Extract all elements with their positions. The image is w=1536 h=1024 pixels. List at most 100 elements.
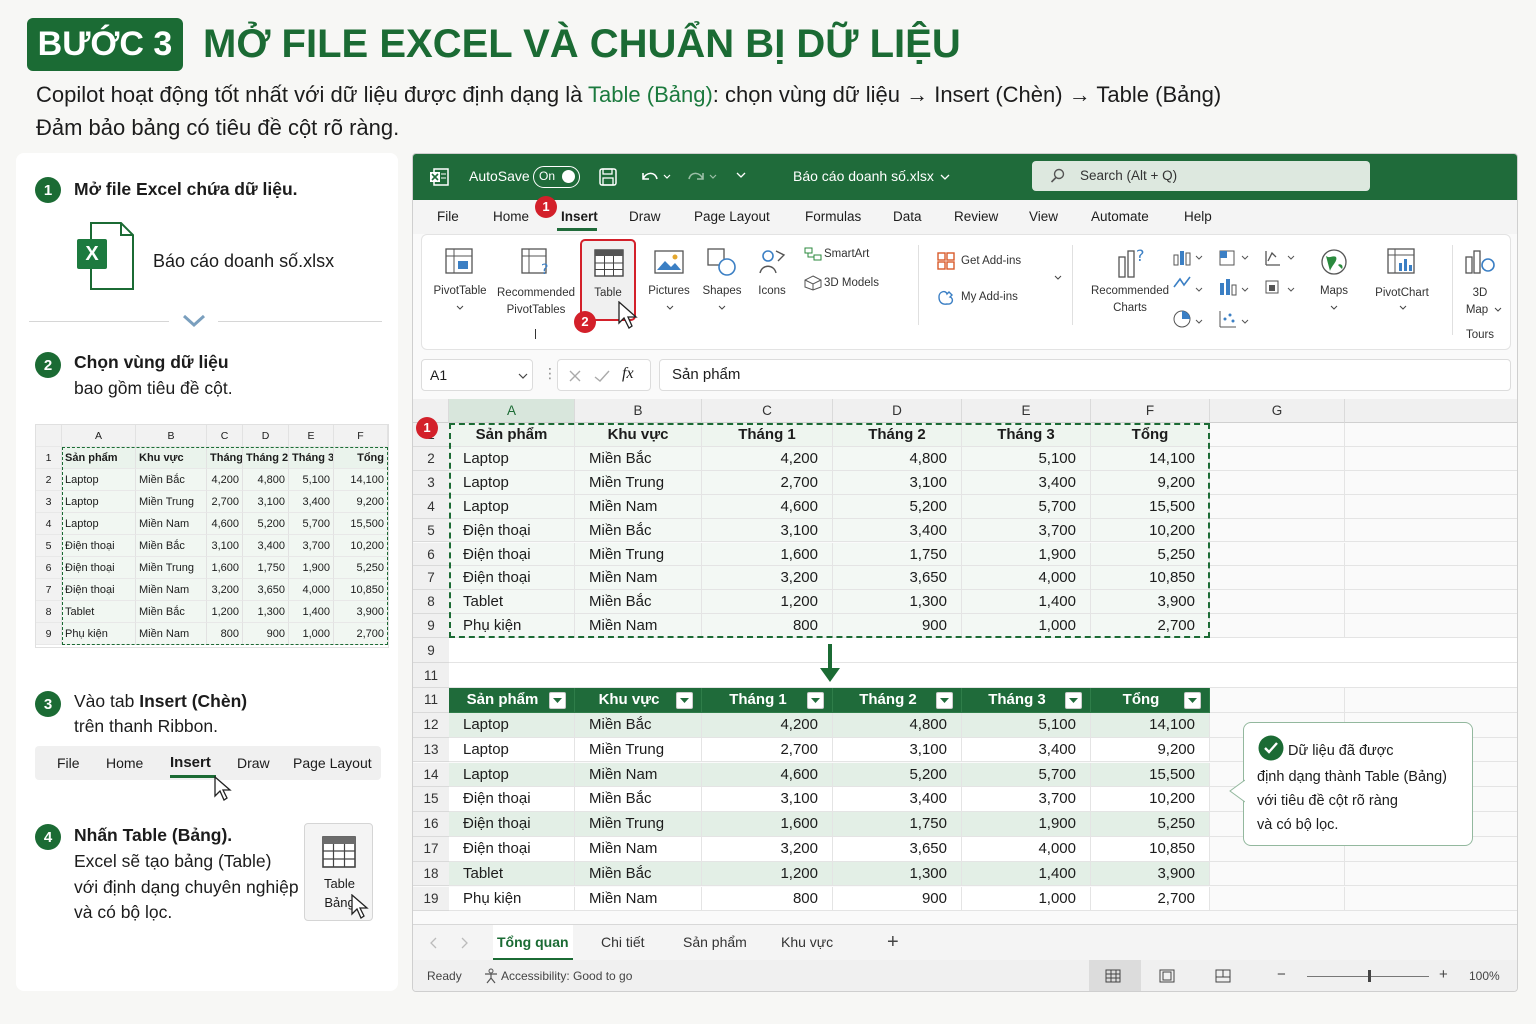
data-cell[interactable]: 3,100 [702, 518, 833, 543]
table-data-cell[interactable]: Miền Nam [575, 886, 702, 912]
zoom-level[interactable]: 100% [1469, 969, 1500, 983]
table-data-cell[interactable]: 4,600 [702, 762, 833, 788]
table-data-cell[interactable]: 1,000 [962, 886, 1091, 912]
chevron-down-icon[interactable] [666, 305, 674, 311]
range-header-cell[interactable]: Tháng 1 [702, 423, 833, 447]
shapes-icon[interactable] [706, 247, 738, 277]
scroll-left-icon[interactable] [429, 937, 439, 949]
row-number[interactable]: 3 [413, 470, 449, 495]
table-button-preview[interactable]: Table Bảng [304, 823, 373, 921]
filter-dropdown-button[interactable] [1065, 692, 1082, 710]
table-data-cell[interactable]: Tablet [449, 861, 575, 887]
column-header[interactable]: B [575, 399, 702, 423]
menu-tab-draw[interactable]: Draw [629, 200, 661, 234]
range-header-cell[interactable]: Tháng 3 [962, 423, 1091, 447]
empty-cell[interactable] [1345, 543, 1517, 567]
mini-tab-draw[interactable]: Draw [237, 746, 270, 780]
table-data-cell[interactable]: 3,100 [702, 787, 833, 813]
empty-cell[interactable] [1345, 495, 1517, 519]
data-cell[interactable]: Điện thoại [449, 518, 575, 543]
table-data-cell[interactable]: 4,200 [702, 712, 833, 738]
pivottable-label[interactable]: PivotTable [430, 283, 490, 300]
data-cell[interactable]: 14,100 [1091, 446, 1210, 471]
empty-cell[interactable] [1345, 566, 1517, 591]
maps-icon[interactable] [1320, 247, 1348, 277]
3d-models-label[interactable]: 3D Models [824, 275, 879, 292]
sheet-tab-2[interactable]: Sản phẩm [679, 925, 751, 961]
table-data-cell[interactable]: 15,500 [1091, 762, 1210, 788]
shapes-label[interactable]: Shapes [702, 283, 742, 300]
autosave-toggle[interactable]: On [533, 166, 580, 188]
customize-chevron-icon[interactable] [735, 170, 747, 180]
data-cell[interactable]: 3,900 [1091, 590, 1210, 615]
formula-input[interactable]: Sản phẩm [659, 359, 1511, 391]
row-number[interactable]: 13 [413, 737, 449, 763]
zoom-out-button[interactable]: − [1277, 966, 1286, 983]
data-cell[interactable]: Laptop [449, 446, 575, 471]
empty-cell[interactable] [1210, 614, 1345, 639]
range-header-cell[interactable]: Sản phẩm [449, 423, 575, 447]
table-data-cell[interactable]: 3,100 [833, 737, 962, 763]
table-data-cell[interactable]: Miền Bắc [575, 861, 702, 887]
pictures-label[interactable]: Pictures [644, 283, 694, 300]
search-box[interactable]: Search (Alt + Q) [1032, 161, 1370, 191]
page-layout-view-icon[interactable] [1159, 969, 1175, 983]
table-data-cell[interactable]: Miền Nam [575, 762, 702, 788]
table-data-cell[interactable]: 2,700 [702, 737, 833, 763]
pivotchart-label[interactable]: PivotChart [1372, 285, 1432, 302]
chevron-down-icon[interactable] [1054, 275, 1062, 281]
smartart-label[interactable]: SmartArt [824, 246, 869, 263]
column-header[interactable]: D [833, 399, 962, 423]
data-cell[interactable]: 2,700 [702, 470, 833, 495]
add-sheet-button[interactable]: + [887, 931, 899, 954]
normal-view-icon[interactable] [1105, 969, 1121, 983]
table-data-cell[interactable]: Miền Bắc [575, 787, 702, 813]
data-cell[interactable]: 1,300 [833, 590, 962, 615]
data-cell[interactable]: Điện thoại [449, 542, 575, 567]
page-break-view-icon[interactable] [1215, 969, 1231, 983]
menu-tab-home[interactable]: Home [493, 200, 529, 234]
empty-cell[interactable] [1210, 542, 1345, 567]
status-accessibility[interactable]: Accessibility: Good to go [501, 969, 632, 983]
zoom-slider-thumb[interactable] [1368, 970, 1371, 982]
data-cell[interactable]: 5,250 [1091, 542, 1210, 567]
table-data-cell[interactable]: 1,750 [833, 812, 962, 837]
row-number[interactable]: 12 [413, 712, 449, 738]
empty-cell[interactable] [1345, 447, 1517, 471]
row-number[interactable]: 18 [413, 861, 449, 887]
empty-cell[interactable] [1210, 470, 1345, 495]
data-cell[interactable]: 5,200 [833, 494, 962, 519]
data-cell[interactable]: 800 [702, 614, 833, 639]
empty-cell[interactable] [1345, 519, 1517, 543]
table-data-cell[interactable]: 800 [702, 886, 833, 912]
table-data-cell[interactable]: 2,700 [1091, 886, 1210, 912]
data-cell[interactable]: 1,600 [702, 542, 833, 567]
table-data-cell[interactable]: 9,200 [1091, 737, 1210, 763]
data-cell[interactable]: 15,500 [1091, 494, 1210, 519]
table-data-cell[interactable]: 1,200 [702, 861, 833, 887]
empty-cell[interactable] [1210, 861, 1345, 887]
empty-cell[interactable] [1210, 886, 1345, 912]
empty-cell[interactable] [1210, 494, 1345, 519]
file-title[interactable]: Báo cáo doanh số.xlsx [793, 168, 934, 184]
empty-cell[interactable] [1210, 446, 1345, 471]
column-header[interactable]: F [1091, 399, 1210, 423]
table-data-cell[interactable]: 3,400 [962, 737, 1091, 763]
recommended-charts-icon[interactable]: ? [1116, 245, 1150, 279]
menu-tab-data[interactable]: Data [893, 200, 922, 234]
data-cell[interactable]: Tablet [449, 590, 575, 615]
table-data-cell[interactable]: Phụ kiện [449, 886, 575, 912]
mini-tab-page-layout[interactable]: Page Layout [293, 746, 372, 780]
menu-tab-page-layout[interactable]: Page Layout [694, 200, 770, 234]
table-data-cell[interactable]: 1,900 [962, 812, 1091, 837]
sheet-tab-0[interactable]: Tổng quan [493, 925, 573, 961]
table-data-cell[interactable]: 5,200 [833, 762, 962, 788]
pivottable-icon[interactable] [444, 247, 476, 277]
data-cell[interactable]: 900 [833, 614, 962, 639]
table-data-cell[interactable]: 5,250 [1091, 812, 1210, 837]
filter-dropdown-button[interactable] [936, 692, 953, 710]
recommended-pivottables-label-2[interactable]: PivotTables [496, 302, 576, 319]
row-number[interactable]: 15 [413, 787, 449, 813]
row-number[interactable]: 16 [413, 812, 449, 837]
3d-map-label-1[interactable]: 3D [1462, 285, 1498, 302]
